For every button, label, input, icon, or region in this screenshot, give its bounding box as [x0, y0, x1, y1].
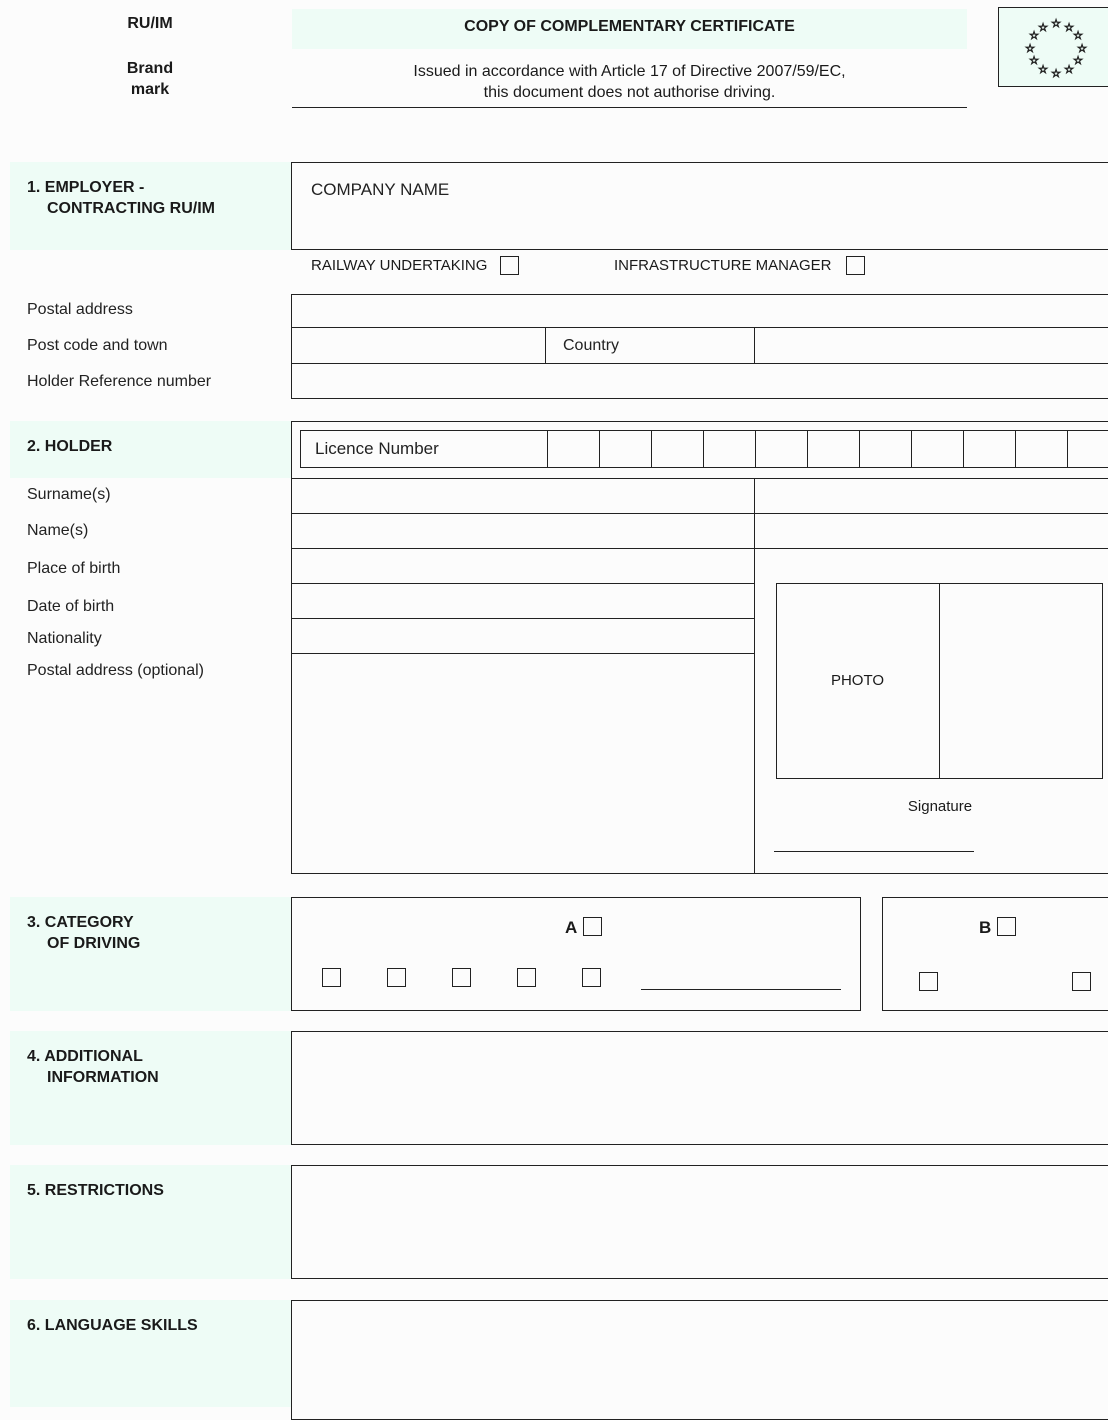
language-skills-field[interactable] [291, 1300, 1108, 1420]
licence-digit-cell[interactable] [703, 430, 756, 468]
licence-digit-cell[interactable] [963, 430, 1016, 468]
section4-heading-line2: INFORMATION [47, 1069, 159, 1086]
category-b-box [882, 897, 1108, 1011]
railway-undertaking-checkbox[interactable] [500, 256, 519, 275]
names-field[interactable] [292, 514, 754, 548]
company-name-label: COMPANY NAME [311, 180, 450, 199]
header-underline [292, 107, 967, 108]
section1-heading-line1: 1. EMPLOYER - [27, 179, 145, 196]
restrictions-field[interactable] [291, 1165, 1108, 1279]
svg-text:☆: ☆ [1038, 21, 1048, 34]
svg-text:☆: ☆ [1038, 63, 1048, 76]
photo-label: PHOTO [830, 672, 885, 689]
country-label: Country [563, 337, 620, 354]
post-code-town-field[interactable] [291, 327, 546, 364]
ruim-label: RU/IM [127, 15, 173, 32]
category-a-box [291, 897, 861, 1011]
section3-heading-line2: OF DRIVING [47, 935, 141, 952]
surname-field-extra[interactable] [755, 479, 1108, 513]
licence-digit-cell[interactable] [599, 430, 652, 468]
subtitle-line-2: this document does not authorise driving… [483, 84, 776, 101]
railway-undertaking-label: RAILWAY UNDERTAKING [311, 257, 488, 274]
section1-heading: 1. EMPLOYER - CONTRACTING RU/IM [27, 177, 215, 219]
eu-stars-icon: ☆ ☆ ☆ ☆ ☆ ☆ ☆ ☆ ☆ ☆ ☆ ☆ [1025, 17, 1088, 81]
holder-reference-label: Holder Reference number [27, 373, 212, 390]
section2-heading: 2. HOLDER [27, 438, 113, 455]
signature-line[interactable] [774, 851, 974, 852]
brand-line-1: Brand [126, 60, 174, 77]
category-a-sub-checkbox[interactable] [387, 968, 406, 987]
nationality-field[interactable] [292, 619, 754, 653]
postal-address-field[interactable] [291, 294, 1108, 328]
place-of-birth-label: Place of birth [27, 560, 121, 577]
section3-heading: 3. CATEGORY OF DRIVING [27, 912, 140, 954]
eu-emblem: ☆ ☆ ☆ ☆ ☆ ☆ ☆ ☆ ☆ ☆ ☆ ☆ [998, 7, 1108, 87]
svg-text:☆: ☆ [1029, 54, 1039, 67]
category-a-sub-checkbox[interactable] [517, 968, 536, 987]
section6-heading: 6. LANGUAGE SKILLS [27, 1317, 198, 1334]
certificate-subtitle: Issued in accordance with Article 17 of … [292, 61, 967, 103]
date-of-birth-field[interactable] [292, 584, 754, 618]
surnames-label: Surname(s) [27, 486, 111, 503]
holder-reference-field[interactable] [291, 363, 1108, 399]
svg-text:☆: ☆ [1073, 29, 1083, 42]
licence-digit-cell[interactable] [755, 430, 808, 468]
postal-address-optional-label: Postal address (optional) [27, 662, 204, 679]
section4-heading-line1: 4. ADDITIONAL [27, 1048, 143, 1065]
names-label: Name(s) [27, 522, 89, 539]
brand-mark-label: Brand mark [100, 58, 200, 100]
svg-text:☆: ☆ [1025, 42, 1035, 55]
surname-field[interactable] [292, 479, 754, 513]
svg-text:☆: ☆ [1051, 17, 1061, 30]
svg-text:☆: ☆ [1073, 54, 1083, 67]
category-a-label: A [565, 918, 578, 937]
certificate-title: COPY OF COMPLEMENTARY CERTIFICATE [464, 18, 795, 35]
licence-digit-cell[interactable] [1067, 430, 1108, 468]
additional-information-field[interactable] [291, 1031, 1108, 1145]
section4-heading: 4. ADDITIONAL INFORMATION [27, 1046, 159, 1088]
licence-digit-cell[interactable] [859, 430, 912, 468]
category-a-sub-checkbox[interactable] [582, 968, 601, 987]
section3-heading-line1: 3. CATEGORY [27, 914, 134, 931]
category-b-label: B [979, 918, 992, 937]
category-b-sub-checkbox[interactable] [1072, 972, 1091, 991]
category-b-sub-checkbox[interactable] [919, 972, 938, 991]
licence-digit-cell[interactable] [651, 430, 704, 468]
photo-box-divider [939, 583, 940, 779]
infrastructure-manager-checkbox[interactable] [846, 256, 865, 275]
postal-address-label: Postal address [27, 301, 133, 318]
licence-digit-cell[interactable] [911, 430, 964, 468]
licence-digit-cell[interactable] [807, 430, 860, 468]
country-field[interactable] [754, 327, 1108, 364]
date-of-birth-label: Date of birth [27, 598, 115, 615]
category-a-checkbox[interactable] [583, 917, 602, 936]
svg-text:☆: ☆ [1051, 67, 1061, 80]
category-a-sub-checkbox[interactable] [452, 968, 471, 987]
infrastructure-manager-label: INFRASTRUCTURE MANAGER [614, 257, 832, 274]
place-of-birth-field[interactable] [292, 549, 754, 583]
subtitle-line-1: Issued in accordance with Article 17 of … [413, 63, 846, 80]
nationality-label: Nationality [27, 630, 102, 647]
company-name-field[interactable] [291, 162, 1108, 250]
names-field-extra[interactable] [755, 514, 1108, 548]
svg-text:☆: ☆ [1064, 63, 1074, 76]
category-b-checkbox[interactable] [997, 917, 1016, 936]
licence-digit-cell[interactable] [547, 430, 600, 468]
section5-heading: 5. RESTRICTIONS [27, 1182, 164, 1199]
category-a-sub-checkbox[interactable] [322, 968, 341, 987]
signature-label: Signature [907, 798, 973, 815]
post-code-town-label: Post code and town [27, 337, 168, 354]
licence-number-label: Licence Number [315, 439, 439, 458]
section1-heading-line2: CONTRACTING RU/IM [47, 200, 215, 217]
brand-line-2: mark [130, 81, 170, 98]
postal-address-optional-field[interactable] [292, 654, 754, 873]
category-a-other-line[interactable] [641, 989, 841, 990]
licence-digit-cell[interactable] [1015, 430, 1068, 468]
